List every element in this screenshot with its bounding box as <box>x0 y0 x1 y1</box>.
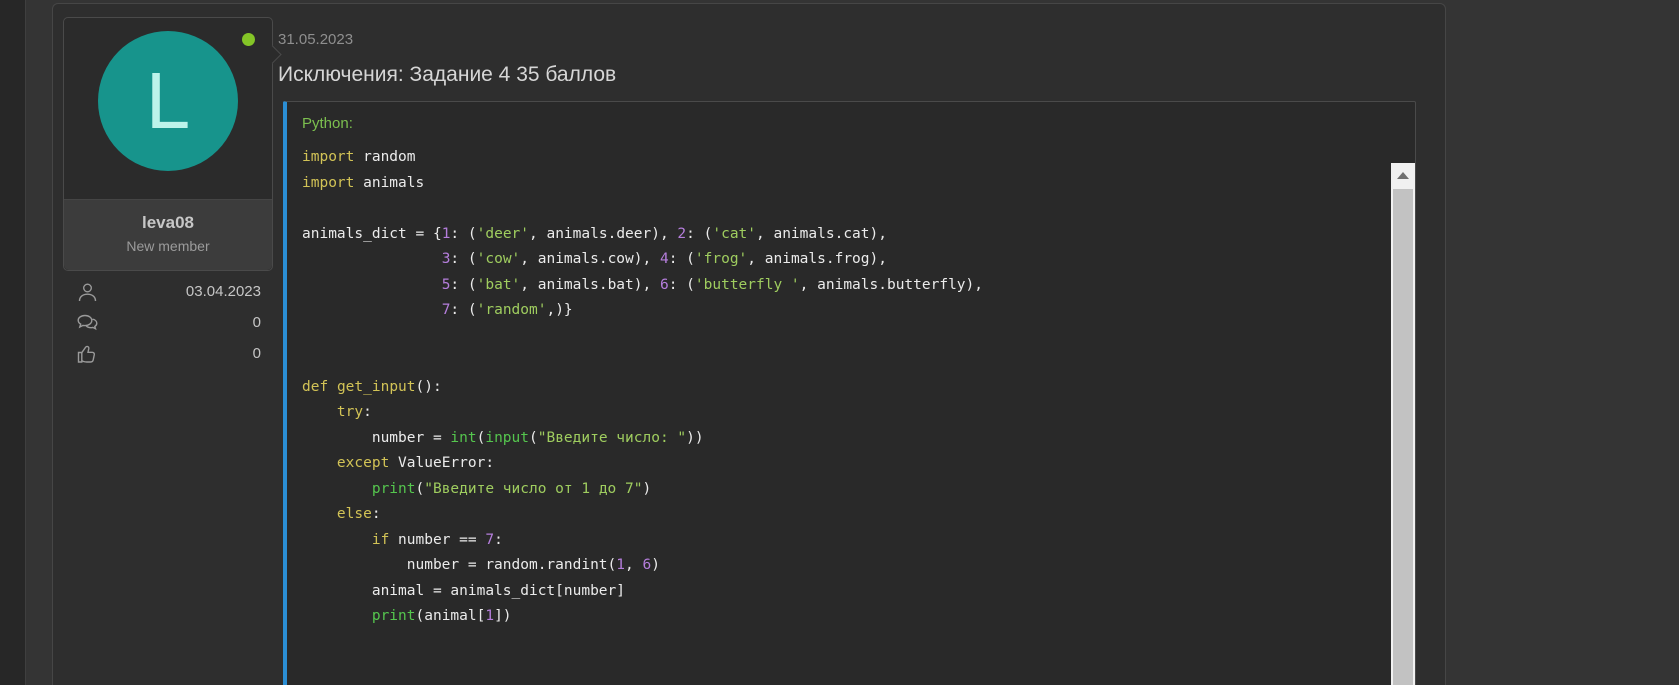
user-role: New member <box>68 238 268 255</box>
avatar-letter: L <box>146 55 191 147</box>
avatar-area: L <box>64 18 272 199</box>
stat-row-joined: 03.04.2023 <box>63 276 273 307</box>
user-info-strip: leva08 New member <box>64 199 272 270</box>
code-scrollbar <box>1391 163 1415 685</box>
avatar[interactable]: L <box>98 31 238 171</box>
username-link[interactable]: leva08 <box>68 213 268 233</box>
stat-row-likes: 0 <box>63 338 273 369</box>
page: L leva08 New member 03.04.2023 <box>0 0 1679 685</box>
scrollbar-thumb[interactable] <box>1393 189 1413 685</box>
likes-icon <box>76 343 99 365</box>
joined-date: 03.04.2023 <box>186 283 261 300</box>
user-stats: 03.04.2023 0 0 <box>63 276 273 369</box>
post-author-cell: L leva08 New member 03.04.2023 <box>63 17 273 369</box>
forum-post: L leva08 New member 03.04.2023 <box>52 3 1446 685</box>
stat-row-messages: 0 <box>63 307 273 338</box>
messages-icon <box>76 312 99 334</box>
post-date: 31.05.2023 <box>278 32 1428 47</box>
left-gutter <box>0 0 26 685</box>
author-avatar-box: L leva08 New member <box>63 17 273 271</box>
post-title: Исключения: Задание 4 35 баллов <box>278 63 1428 87</box>
post-content: 31.05.2023 Исключения: Задание 4 35 балл… <box>278 4 1428 685</box>
code-block: Python: import randomimport animals anim… <box>283 101 1416 685</box>
scroll-up-button[interactable] <box>1391 163 1415 188</box>
code-language-label: Python: <box>287 102 1415 123</box>
arrow-up-icon <box>1397 172 1409 179</box>
online-indicator <box>242 33 255 46</box>
code-content[interactable]: import randomimport animals animals_dict… <box>287 123 1415 650</box>
messages-count: 0 <box>253 314 261 331</box>
likes-count: 0 <box>253 345 261 362</box>
user-icon <box>76 281 99 303</box>
